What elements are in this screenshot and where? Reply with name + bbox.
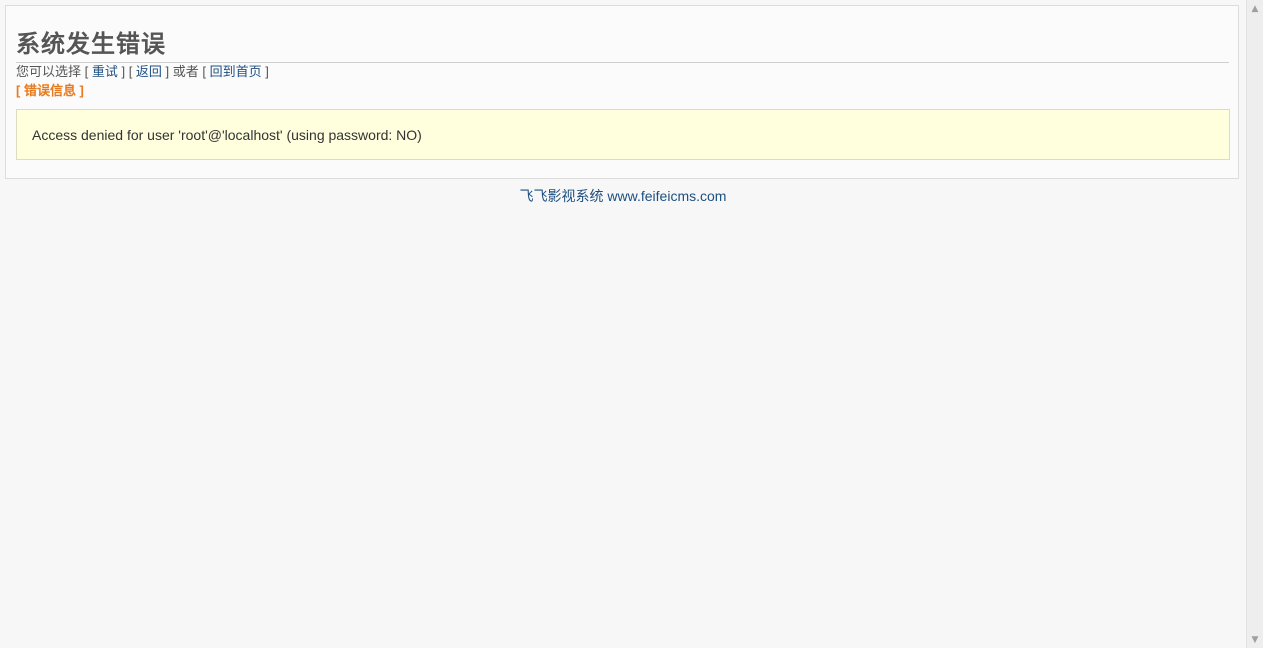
scroll-up-arrow-icon[interactable]: ▲ xyxy=(1247,0,1263,17)
options-line: 您可以选择 [ 重试 ] [ 返回 ] 或者 [ 回到首页 ] xyxy=(16,64,269,80)
error-message: Access denied for user 'root'@'localhost… xyxy=(32,127,422,143)
back-link[interactable]: 返回 xyxy=(136,64,162,79)
vertical-scrollbar[interactable]: ▲ ▼ xyxy=(1246,0,1263,648)
retry-link[interactable]: 重试 xyxy=(92,64,118,79)
error-message-box: Access denied for user 'root'@'localhost… xyxy=(16,109,1230,160)
page: 系统发生错误 您可以选择 [ 重试 ] [ 返回 ] 或者 [ 回到首页 ] [… xyxy=(0,0,1246,648)
home-link[interactable]: 回到首页 xyxy=(210,64,262,79)
footer: 飞飞影视系统 www.feifeicms.com xyxy=(0,187,1246,205)
footer-site-url-link[interactable]: www.feifeicms.com xyxy=(607,188,726,204)
footer-site-name-link[interactable]: 飞飞影视系统 xyxy=(520,188,604,204)
error-panel: 系统发生错误 您可以选择 [ 重试 ] [ 返回 ] 或者 [ 回到首页 ] [… xyxy=(5,5,1239,179)
options-suffix: ] xyxy=(261,64,269,79)
options-prefix: 您可以选择 [ xyxy=(16,64,92,79)
error-info-label: [ 错误信息 ] xyxy=(16,83,84,98)
options-separator-1: ] [ xyxy=(117,64,136,79)
title-divider xyxy=(16,62,1229,63)
options-separator-2: ] 或者 [ xyxy=(161,64,210,79)
page-title: 系统发生错误 xyxy=(16,31,166,58)
scroll-down-arrow-icon[interactable]: ▼ xyxy=(1247,631,1263,648)
